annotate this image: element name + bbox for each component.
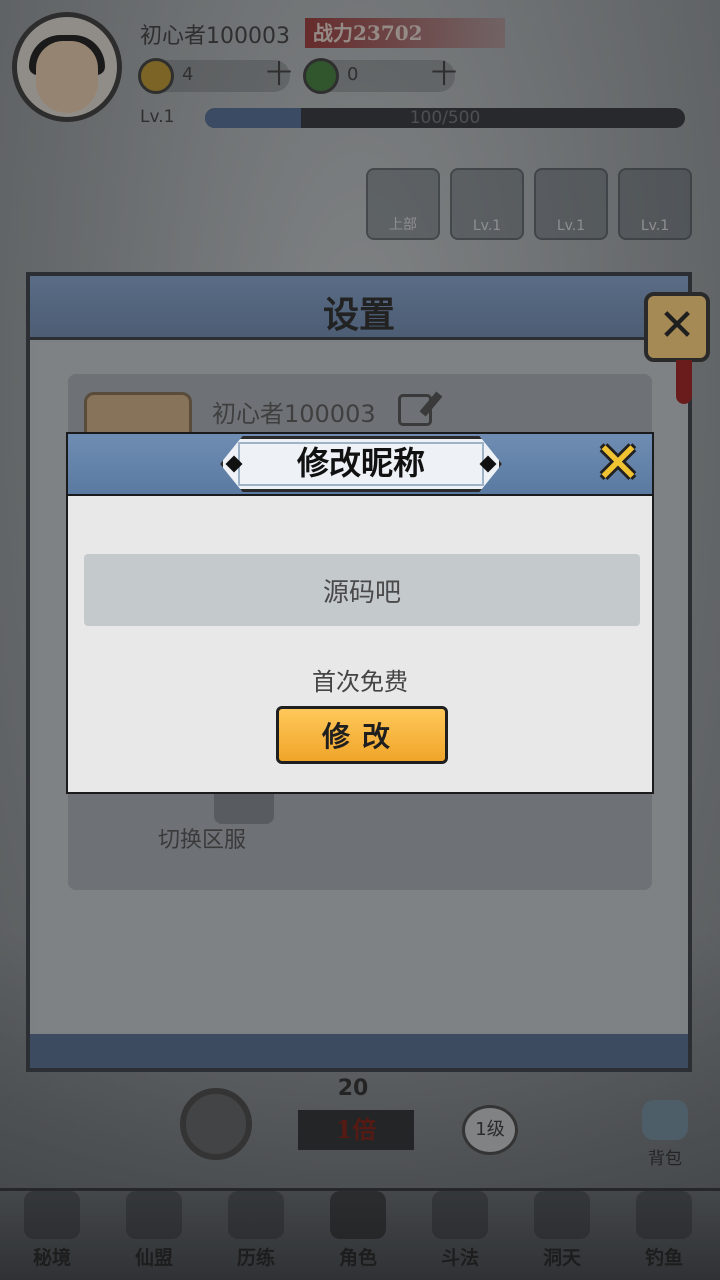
close-x-icon: ✕ — [594, 431, 642, 496]
edit-name-icon[interactable] — [398, 394, 432, 426]
switch-server-label[interactable]: 切换区服 — [158, 822, 246, 854]
settings-header: 设置 — [30, 276, 688, 340]
rename-modal-header: 修改昵称 ✕ — [68, 434, 652, 496]
free-change-note: 首次免费 — [312, 668, 408, 696]
profile-name: 初心者100003 — [212, 400, 376, 428]
rename-modal: 修改昵称 ✕ 首次免费 修改 — [66, 432, 654, 794]
close-icon: ✕ — [658, 300, 696, 351]
settings-title: 设置 — [322, 294, 395, 336]
settings-footer — [30, 1034, 688, 1068]
nickname-input[interactable] — [84, 554, 640, 626]
rename-modal-close-button[interactable]: ✕ — [588, 436, 648, 494]
rename-modal-title: 修改昵称 — [296, 444, 425, 482]
settings-close-button[interactable]: ✕ — [644, 292, 710, 362]
tassel-decoration — [676, 360, 692, 404]
confirm-rename-button[interactable]: 修改 — [276, 706, 448, 764]
